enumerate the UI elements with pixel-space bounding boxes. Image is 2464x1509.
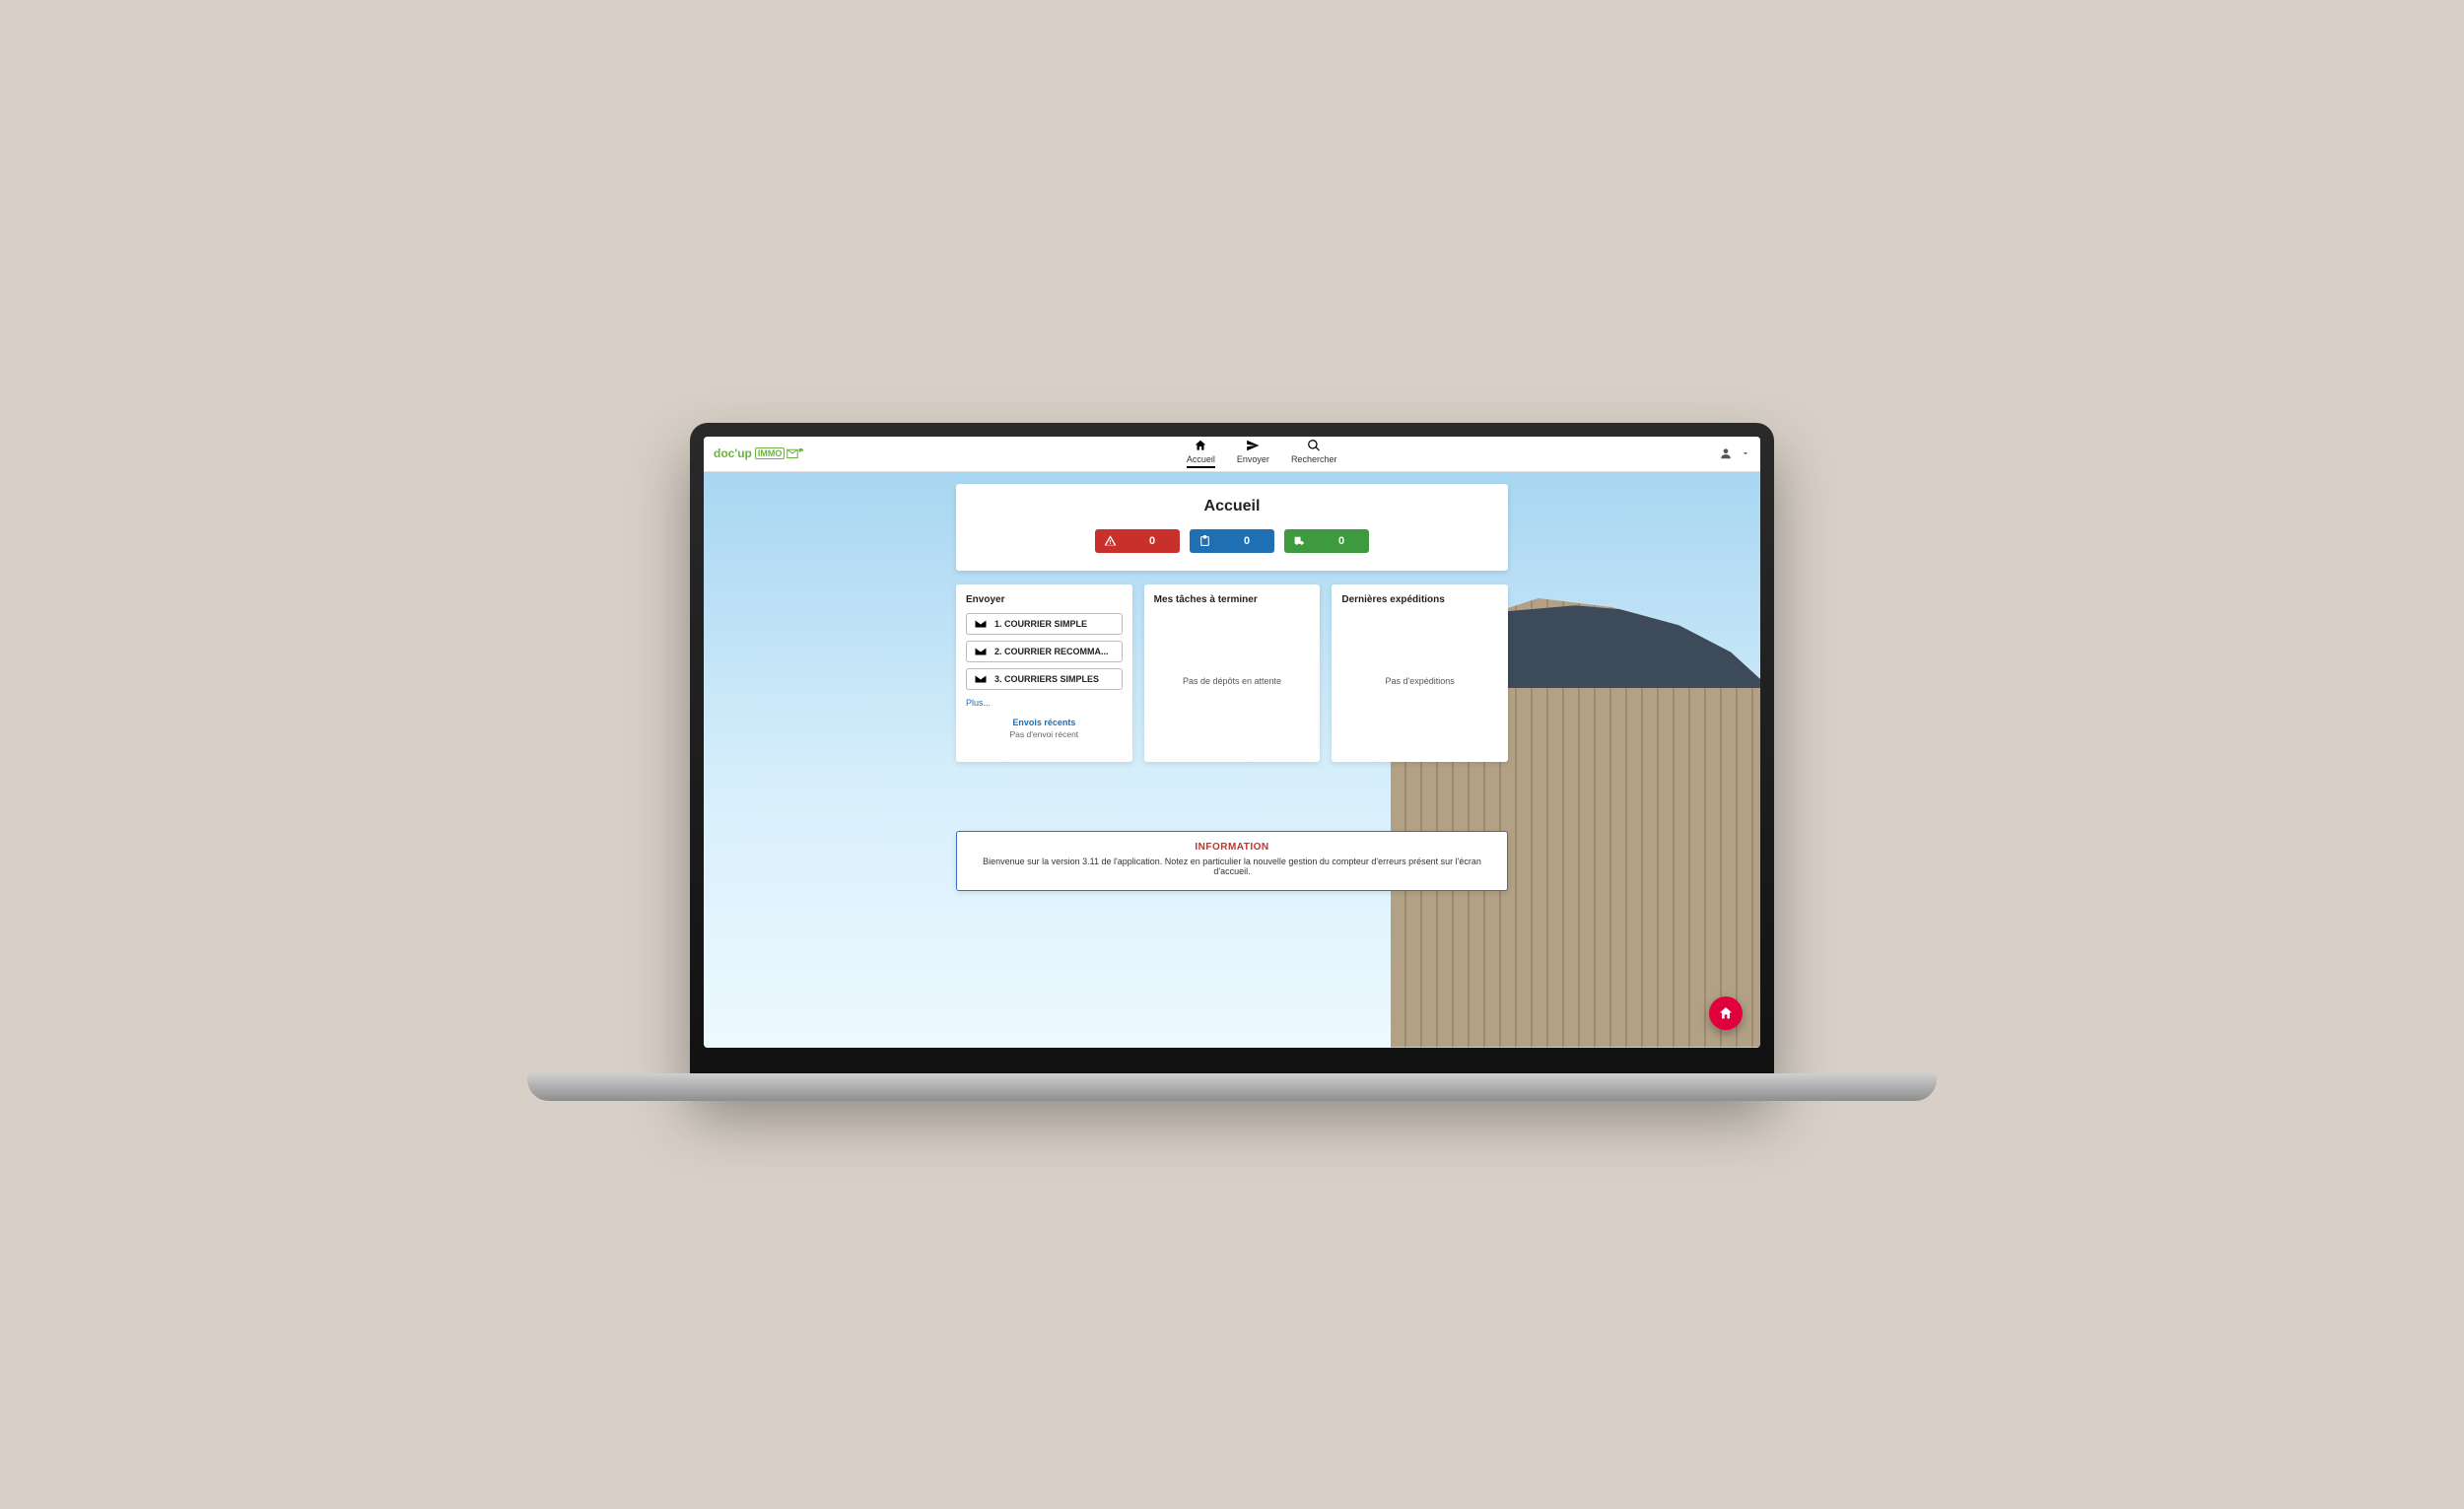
home-icon — [1718, 1005, 1734, 1021]
counter-alerts-value: 0 — [1125, 535, 1180, 547]
envelope-icon — [975, 619, 987, 629]
card-envoyer-title: Envoyer — [966, 594, 1123, 605]
send-icon — [1246, 439, 1260, 452]
dashboard-columns: Envoyer 1. COURRIER SIMPLE 2. COURRIER R… — [956, 584, 1508, 762]
envelope-bird-icon — [787, 446, 804, 460]
nav-envoyer[interactable]: Envoyer — [1237, 439, 1269, 468]
page-title: Accueil — [956, 498, 1508, 515]
info-banner: INFORMATION Bienvenue sur la version 3.1… — [956, 831, 1508, 891]
recent-sends-empty: Pas d'envoi récent — [966, 729, 1123, 739]
card-shipments-empty: Pas d'expéditions — [1341, 613, 1498, 750]
counter-shipments[interactable]: 0 — [1284, 529, 1369, 553]
app-screen: doc'up IMMO Accueil Envoyer Rechercher — [704, 437, 1760, 1048]
nav-accueil[interactable]: Accueil — [1187, 439, 1215, 468]
logo-text-2: IMMO — [755, 447, 786, 459]
send-option-2[interactable]: 2. COURRIER RECOMMA... — [966, 641, 1123, 662]
main-column: Accueil 0 0 0 — [956, 484, 1508, 891]
card-tasks-empty: Pas de dépôts en attente — [1154, 613, 1311, 750]
info-body: Bienvenue sur la version 3.11 de l'appli… — [975, 857, 1489, 876]
fab-home[interactable] — [1709, 996, 1743, 1030]
send-option-1-label: 1. COURRIER SIMPLE — [994, 619, 1087, 629]
nav-envoyer-label: Envoyer — [1237, 454, 1269, 464]
counter-alerts[interactable]: 0 — [1095, 529, 1180, 553]
nav-rechercher-label: Rechercher — [1291, 454, 1337, 464]
card-tasks-title: Mes tâches à terminer — [1154, 594, 1311, 605]
truck-icon — [1293, 534, 1306, 547]
send-more-link[interactable]: Plus... — [966, 698, 1123, 708]
clipboard-icon — [1198, 534, 1211, 547]
search-icon — [1307, 439, 1321, 452]
recent-sends-title: Envois récents — [966, 718, 1123, 727]
card-envoyer: Envoyer 1. COURRIER SIMPLE 2. COURRIER R… — [956, 584, 1132, 762]
envelope-icon — [975, 674, 987, 684]
user-icon — [1719, 446, 1733, 460]
send-option-2-label: 2. COURRIER RECOMMA... — [994, 647, 1109, 656]
card-tasks: Mes tâches à terminer Pas de dépôts en a… — [1144, 584, 1321, 762]
card-shipments-title: Dernières expéditions — [1341, 594, 1498, 605]
alert-icon — [1104, 534, 1117, 547]
send-option-3-label: 3. COURRIERS SIMPLES — [994, 674, 1099, 684]
home-icon — [1194, 439, 1207, 452]
content-area: Accueil 0 0 0 — [704, 472, 1760, 1048]
nav-accueil-label: Accueil — [1187, 454, 1215, 464]
nav-rechercher[interactable]: Rechercher — [1291, 439, 1337, 468]
app-header: doc'up IMMO Accueil Envoyer Rechercher — [704, 437, 1760, 472]
info-title: INFORMATION — [975, 842, 1489, 853]
card-shipments: Dernières expéditions Pas d'expéditions — [1332, 584, 1508, 762]
send-option-1[interactable]: 1. COURRIER SIMPLE — [966, 613, 1123, 635]
logo-text-1: doc'up — [714, 446, 752, 460]
counter-shipments-value: 0 — [1314, 535, 1369, 547]
title-card: Accueil 0 0 0 — [956, 484, 1508, 571]
counter-tasks[interactable]: 0 — [1190, 529, 1274, 553]
app-logo[interactable]: doc'up IMMO — [714, 446, 804, 460]
envelope-icon — [975, 647, 987, 656]
counter-tasks-value: 0 — [1219, 535, 1274, 547]
user-menu[interactable] — [1719, 446, 1750, 460]
status-counters: 0 0 0 — [956, 529, 1508, 553]
chevron-down-icon — [1741, 448, 1750, 458]
laptop-frame: doc'up IMMO Accueil Envoyer Rechercher — [690, 423, 1774, 1087]
send-option-3[interactable]: 3. COURRIERS SIMPLES — [966, 668, 1123, 690]
top-nav: Accueil Envoyer Rechercher — [1187, 439, 1337, 468]
